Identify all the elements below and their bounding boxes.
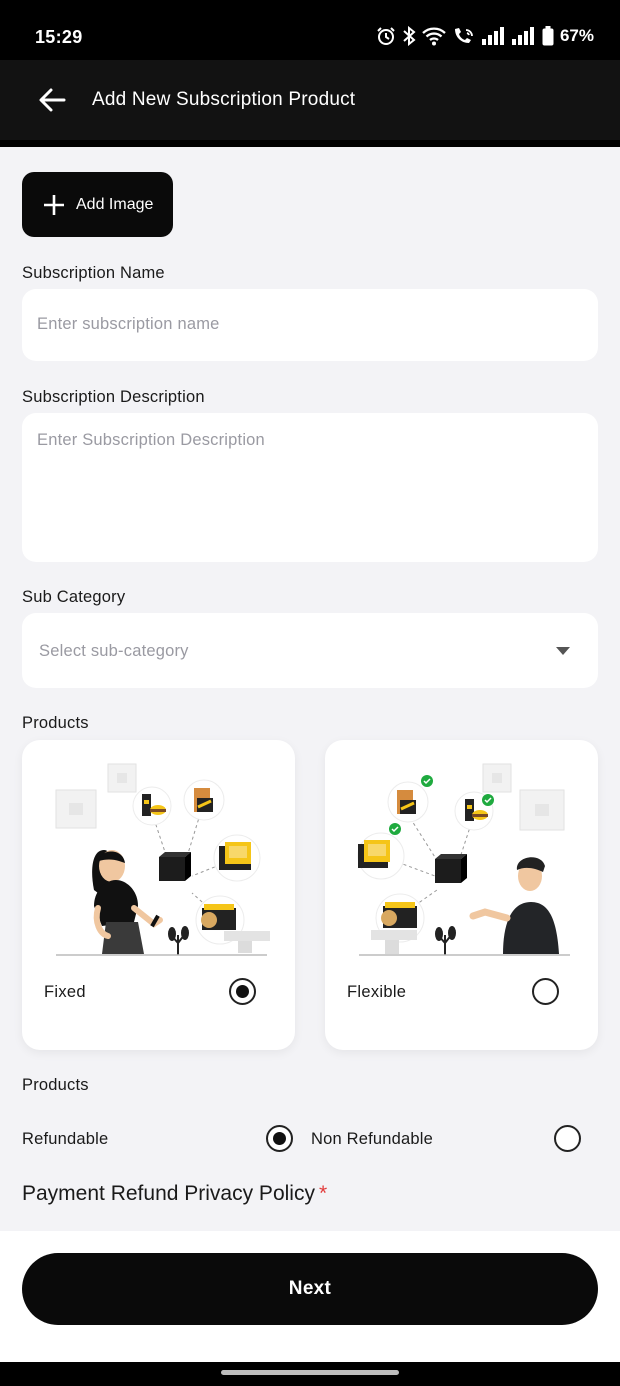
subscription-description-label: Subscription Description <box>22 388 205 406</box>
flexible-radio[interactable] <box>532 978 559 1005</box>
refund-section-label: Products <box>22 1076 89 1094</box>
battery-percent: 67% <box>559 26 594 45</box>
dropdown-arrow-icon <box>556 647 570 655</box>
sub-category-placeholder: Select sub-category <box>39 642 189 660</box>
refundable-radio[interactable] <box>266 1125 293 1152</box>
battery-icon <box>542 26 554 46</box>
non-refundable-radio[interactable] <box>554 1125 581 1152</box>
status-icons: 67% <box>376 26 594 46</box>
wifi-calling-icon <box>454 28 473 43</box>
alarm-icon <box>377 27 395 45</box>
add-image-label: Add Image <box>76 195 154 213</box>
signal-icon-2 <box>511 27 534 45</box>
arrow-left-icon[interactable] <box>36 84 68 116</box>
form-content: Add Image Subscription Name Enter subscr… <box>0 147 620 1231</box>
sub-category-select[interactable]: Select sub-category <box>22 613 598 688</box>
add-image-button[interactable]: Add Image <box>22 172 173 237</box>
refund-policy-label: Payment Refund Privacy Policy <box>22 1182 315 1205</box>
bluetooth-icon <box>403 26 416 46</box>
fixed-radio[interactable] <box>229 978 256 1005</box>
flexible-product-card[interactable]: Flexible <box>325 740 598 1050</box>
fixed-label: Fixed <box>44 983 86 1001</box>
app-bar: Add New Subscription Product <box>0 60 620 140</box>
non-refundable-label: Non Refundable <box>311 1130 434 1148</box>
refund-policy-heading: Payment Refund Privacy Policy * <box>22 1182 327 1206</box>
sub-category-label: Sub Category <box>22 588 126 606</box>
next-button[interactable]: Next <box>22 1253 598 1325</box>
bottom-action-bar: Next <box>0 1231 620 1362</box>
subscription-name-placeholder: Enter subscription name <box>37 315 220 333</box>
page-title: Add New Subscription Product <box>92 89 356 110</box>
subscription-name-input[interactable]: Enter subscription name <box>22 289 598 361</box>
fixed-illustration <box>55 763 270 956</box>
flexible-label: Flexible <box>347 983 407 1001</box>
flexible-illustration <box>357 763 570 956</box>
plus-icon <box>44 194 64 215</box>
subscription-name-label: Subscription Name <box>22 264 165 282</box>
system-nav-bar <box>0 1362 620 1386</box>
subscription-description-placeholder: Enter Subscription Description <box>37 431 265 449</box>
signal-icon <box>481 27 504 45</box>
wifi-icon <box>422 27 446 46</box>
subscription-description-input[interactable]: Enter Subscription Description <box>22 413 598 562</box>
required-mark: * <box>318 1182 328 1205</box>
status-bar: 15:29 67% <box>0 0 620 60</box>
refundable-label: Refundable <box>22 1130 109 1148</box>
products-label: Products <box>22 714 89 732</box>
fixed-product-card[interactable]: Fixed <box>22 740 295 1050</box>
status-time: 15:29 <box>35 27 83 47</box>
gesture-handle[interactable] <box>221 1370 399 1375</box>
